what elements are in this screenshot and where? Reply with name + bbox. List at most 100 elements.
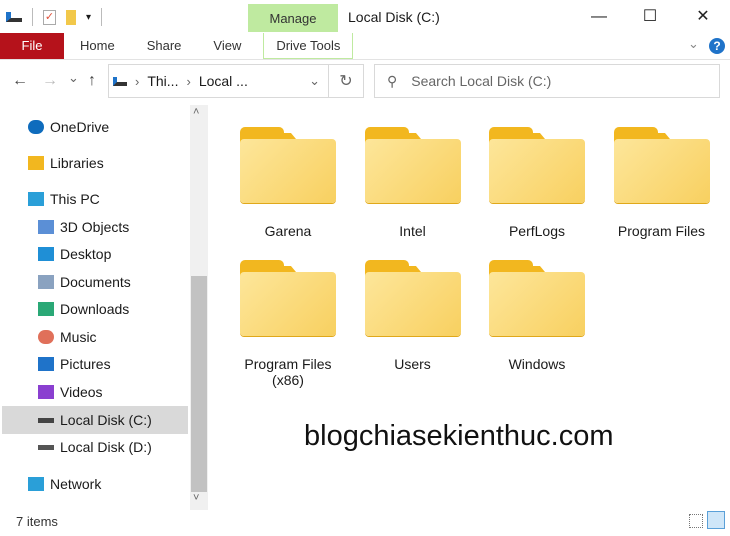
drive-icon [38, 444, 54, 450]
folder-name: PerfLogs [508, 223, 566, 239]
folder-item[interactable]: Program Files [613, 127, 710, 239]
sidebar-item-downloads[interactable]: Downloads [38, 296, 129, 322]
sidebar-item-label: OneDrive [50, 119, 110, 135]
computer-icon [28, 192, 44, 206]
sidebar-item-local-disk-c[interactable]: Local Disk (C:) [38, 407, 152, 433]
window-title: Local Disk (C:) [348, 9, 440, 25]
address-dropdown-icon[interactable]: ⌄ [309, 73, 320, 89]
folder-item[interactable]: Program Files (x86) [240, 260, 336, 388]
ribbon-tabs: File Home Share View Drive Tools [0, 33, 730, 59]
search-icon: ⚲ [387, 72, 398, 89]
folder-name: Intel [399, 223, 426, 239]
drive-icon [113, 76, 127, 86]
search-placeholder: Search Local Disk (C:) [411, 73, 552, 89]
scroll-up-icon[interactable]: ˄ [193, 106, 199, 118]
download-icon [38, 302, 54, 316]
sidebar-item-label: Local Disk (C:) [60, 412, 152, 428]
help-icon[interactable]: ? [709, 38, 725, 54]
drive-icon [38, 417, 54, 423]
sidebar-item-label: Documents [60, 274, 131, 290]
up-button[interactable]: ↑ [88, 72, 96, 90]
sidebar-item-label: Libraries [50, 155, 104, 171]
drive-icon[interactable] [6, 12, 22, 22]
sidebar-item-documents[interactable]: Documents [38, 269, 131, 295]
sidebar-item-network[interactable]: Network [28, 471, 101, 497]
tab-view[interactable]: View [197, 33, 257, 59]
pictures-icon [38, 357, 54, 371]
folder-item[interactable]: PerfLogs [489, 127, 585, 239]
folder-icon [489, 127, 585, 203]
sidebar-item-desktop[interactable]: Desktop [38, 241, 111, 267]
folder-icon [489, 260, 585, 336]
folder-name: Users [394, 356, 431, 372]
folder-icon [613, 127, 710, 203]
sidebar-item-label: Downloads [60, 301, 130, 317]
close-button[interactable]: ✕ [680, 4, 726, 30]
sidebar-item-label: Network [50, 476, 102, 492]
breadcrumb-this-pc[interactable]: Thi... [147, 73, 178, 89]
expand-ribbon-icon[interactable]: ⌄ [688, 36, 699, 52]
sidebar-item-libraries[interactable]: Libraries [28, 150, 104, 176]
divider [32, 8, 33, 26]
watermark: blogchiasekienthuc.com [304, 420, 614, 452]
sidebar-item-videos[interactable]: Videos [38, 379, 103, 405]
minimize-button[interactable]: — [576, 4, 622, 30]
sidebar-item-label: Music [60, 329, 97, 345]
manage-context-tab[interactable]: Manage [248, 4, 338, 32]
maximize-button[interactable]: ☐ [627, 4, 673, 30]
sidebar-item-pictures[interactable]: Pictures [38, 351, 111, 377]
large-icons-view-button[interactable] [707, 511, 725, 529]
customize-toolbar-icon[interactable]: ▾ [86, 12, 91, 23]
properties-icon[interactable]: ✓ [43, 9, 56, 25]
videos-icon [38, 385, 54, 399]
sidebar-item-music[interactable]: Music [38, 324, 97, 350]
folder-item[interactable]: Intel [364, 127, 461, 239]
folder-item[interactable]: Garena [240, 127, 336, 239]
back-button[interactable]: ← [12, 72, 28, 90]
address-bar[interactable]: › Thi... › Local ... ⌄ ↻ [108, 64, 364, 98]
folder-icon [364, 260, 461, 336]
scrollbar-thumb[interactable] [191, 276, 207, 492]
sidebar-item-label: Desktop [60, 246, 112, 262]
search-input[interactable]: ⚲ Search Local Disk (C:) [374, 64, 720, 98]
tab-home[interactable]: Home [64, 33, 131, 59]
forward-button[interactable]: → [42, 72, 58, 90]
divider [0, 59, 730, 60]
folder-name: Program Files [617, 223, 706, 239]
refresh-button[interactable]: ↻ [329, 71, 363, 91]
desktop-icon [38, 247, 54, 261]
sidebar-item-label: 3D Objects [60, 219, 130, 235]
sidebar-item-label: Local Disk (D:) [60, 439, 152, 455]
folder-icon [240, 260, 336, 336]
folder-icon [364, 127, 461, 203]
sidebar-item-this-pc[interactable]: This PC [28, 186, 100, 212]
breadcrumb-local-disk[interactable]: Local ... [199, 73, 248, 89]
cloud-icon [28, 120, 44, 134]
new-folder-icon[interactable] [66, 9, 76, 25]
sidebar-item-onedrive[interactable]: OneDrive [28, 114, 109, 140]
music-icon [38, 330, 54, 344]
folder-name: Program Files (x86) [244, 356, 332, 388]
folder-name: Windows [508, 356, 566, 372]
folder-item[interactable]: Windows [489, 260, 585, 372]
recent-locations-button[interactable]: ⌄ [68, 70, 79, 86]
sidebar-item-3d-objects[interactable]: 3D Objects [38, 214, 129, 240]
folder-item[interactable]: Users [364, 260, 461, 372]
sidebar-item-label: Videos [60, 384, 103, 400]
document-icon [38, 275, 54, 289]
tab-file[interactable]: File [0, 33, 64, 59]
libraries-icon [28, 156, 44, 170]
tab-drive-tools[interactable]: Drive Tools [263, 33, 354, 59]
quick-access-toolbar: ✓ ▾ [6, 6, 103, 28]
details-view-button[interactable] [689, 514, 703, 528]
scroll-down-icon[interactable]: ˅ [193, 492, 199, 504]
network-icon [28, 477, 44, 491]
folder-name: Garena [264, 223, 312, 239]
sidebar-item-local-disk-d[interactable]: Local Disk (D:) [38, 434, 152, 460]
folder-icon [240, 127, 336, 203]
sidebar-item-label: This PC [50, 191, 100, 207]
tab-share[interactable]: Share [131, 33, 198, 59]
sidebar-item-label: Pictures [60, 356, 111, 372]
divider [101, 8, 103, 26]
status-item-count: 7 items [16, 514, 58, 529]
